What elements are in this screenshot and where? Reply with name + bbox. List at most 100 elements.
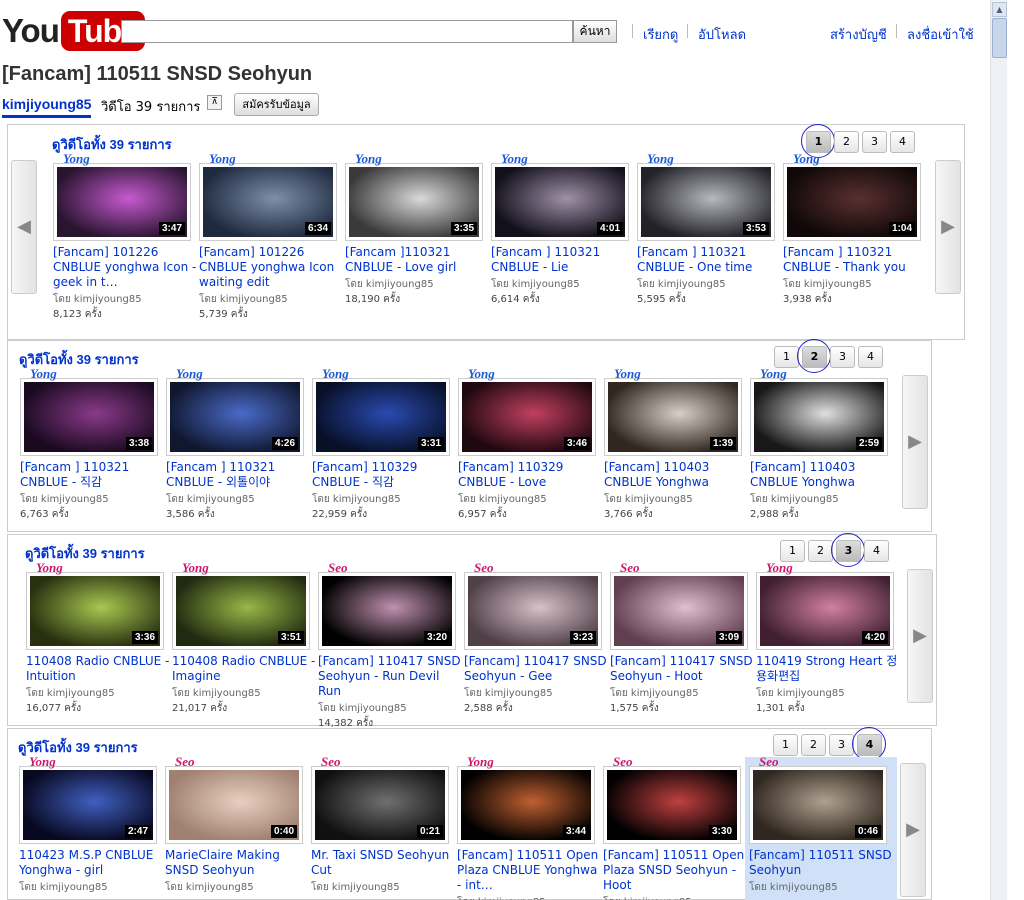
duration-badge: 3:44 [562, 825, 589, 838]
video-item[interactable]: Yong 3:38 [Fancam ] 110321 CNBLUE - 직감 โดย … [20, 366, 166, 525]
page-button-4[interactable]: 4 [890, 131, 915, 153]
video-thumbnail[interactable]: 0:40 [165, 766, 303, 844]
video-title[interactable]: [Fancam] 110417 SNSD Seohyun - Run Devil… [318, 654, 462, 700]
browse-link[interactable]: เรียกดู [643, 24, 678, 45]
video-item[interactable]: Yong 3:31 [Fancam] 110329 CNBLUE - 직감 โดย k… [312, 366, 458, 525]
video-thumbnail[interactable]: 3:44 [457, 766, 595, 844]
page-button-3[interactable]: 3 [862, 131, 887, 153]
search-button[interactable]: ค้นหา [573, 20, 617, 43]
video-thumbnail[interactable]: 0:21 [311, 766, 449, 844]
search-input[interactable] [121, 20, 573, 43]
video-title[interactable]: [Fancam] 101226 CNBLUE yonghwa Icon - ge… [53, 245, 197, 291]
member-badge: Seo [474, 560, 494, 575]
page-button-1[interactable]: 1 [780, 540, 805, 562]
video-thumbnail[interactable]: 0:46 [749, 766, 887, 844]
left-arrow-icon[interactable]: ◀ [11, 160, 37, 294]
video-item[interactable]: Yong 4:20 110419 Strong Heart 정용화편집 โดย kim… [756, 560, 902, 719]
right-arrow-icon[interactable]: ▶ [935, 160, 961, 294]
page-button-4[interactable]: 4 [864, 540, 889, 562]
video-item[interactable]: Yong 3:36 110408 Radio CNBLUE - Intuition โ… [26, 560, 172, 719]
video-thumbnail[interactable]: 4:20 [756, 572, 894, 650]
separator [687, 24, 688, 38]
page-button-2[interactable]: 2 [808, 540, 833, 562]
page-button-2[interactable]: 2 [801, 734, 826, 756]
video-byline: โดย kimjiyoung85 [311, 882, 400, 893]
page-button-3[interactable]: 3 [829, 734, 854, 756]
page-button-1[interactable]: 1 [773, 734, 798, 756]
video-item[interactable]: Yong 1:04 [Fancam ] 110321 CNBLUE - Thank … [783, 151, 929, 310]
scroll-thumb[interactable] [992, 18, 1007, 58]
video-thumbnail[interactable]: 3:23 [464, 572, 602, 650]
video-thumbnail[interactable]: 1:39 [604, 378, 742, 456]
scroll-up-icon[interactable]: ▲ [992, 2, 1007, 17]
thumbnail-image: 3:35 [349, 167, 479, 237]
right-arrow-icon[interactable]: ▶ [907, 569, 933, 703]
page-button-1[interactable]: 1 [774, 346, 799, 368]
video-item[interactable]: Seo 3:30 [Fancam] 110511 Open Plaza SNSD S… [603, 754, 749, 900]
page-button-4[interactable]: 4 [858, 346, 883, 368]
video-item[interactable]: Yong 2:47 110423 M.S.P CNBLUE Yonghwa - gi… [19, 754, 165, 900]
view-count: 6,957 ครั้ง [458, 509, 507, 520]
thumbnail-image: 6:34 [203, 167, 333, 237]
right-arrow-icon[interactable]: ▶ [902, 375, 928, 509]
video-item[interactable]: Seo 0:21 Mr. Taxi SNSD Seohyun Cut โดย kimj… [311, 754, 457, 900]
video-thumbnail[interactable]: 3:30 [603, 766, 741, 844]
video-item[interactable]: Yong 1:39 [Fancam] 110403 CNBLUE Yonghwa โด… [604, 366, 750, 525]
subscribe-button[interactable]: สมัครรับข้อมูล [234, 93, 319, 116]
duration-badge: 3:36 [131, 631, 158, 644]
upload-link[interactable]: อัปโหลด [698, 24, 746, 45]
video-thumbnail[interactable]: 3:47 [53, 163, 191, 241]
duration-badge: 4:26 [271, 437, 298, 450]
username-link[interactable]: kimjiyoung85 [2, 96, 92, 118]
video-title[interactable]: [Fancam] 101226 CNBLUE yonghwa Icon wait… [199, 245, 343, 291]
video-thumbnail[interactable]: 3:31 [312, 378, 450, 456]
video-thumbnail[interactable]: 2:47 [19, 766, 157, 844]
sign-in-link[interactable]: ลงชื่อเข้าใช้ [907, 24, 974, 45]
video-thumbnail[interactable]: 3:35 [345, 163, 483, 241]
video-item[interactable]: Yong 2:59 [Fancam] 110403 CNBLUE Yonghwa โด… [750, 366, 896, 525]
video-item[interactable]: Yong 3:51 110408 Radio CNBLUE - Imagine โดย… [172, 560, 318, 719]
right-arrow-icon[interactable]: ▶ [900, 763, 926, 897]
video-thumbnail[interactable]: 3:20 [318, 572, 456, 650]
video-item[interactable]: Yong 4:26 [Fancam ] 110321 CNBLUE - 외톨이야 โด… [166, 366, 312, 525]
video-item[interactable]: Yong 3:44 [Fancam] 110511 Open Plaza CNBLU… [457, 754, 603, 900]
video-thumbnail[interactable]: 3:46 [458, 378, 596, 456]
video-thumbnail[interactable]: 3:09 [610, 572, 748, 650]
separator [632, 24, 633, 38]
member-badge: Seo [321, 754, 341, 769]
duration-badge: 3:30 [708, 825, 735, 838]
create-account-link[interactable]: สร้างบัญชี [830, 24, 887, 45]
video-byline: โดย kimjiyoung85 [20, 494, 109, 505]
video-item[interactable]: Yong 6:34 [Fancam] 101226 CNBLUE yonghwa I… [199, 151, 345, 320]
video-thumbnail[interactable]: 3:36 [26, 572, 164, 650]
video-thumbnail[interactable]: 3:38 [20, 378, 158, 456]
video-title[interactable]: [Fancam] 110511 Open Plaza SNSD Seohyun … [603, 848, 747, 894]
video-thumbnail[interactable]: 4:01 [491, 163, 629, 241]
video-item[interactable]: Yong 4:01 [Fancam ] 110321 CNBLUE - Lie โดย… [491, 151, 637, 310]
video-thumbnail[interactable]: 1:04 [783, 163, 921, 241]
video-item[interactable]: Yong 3:47 [Fancam] 101226 CNBLUE yonghwa I… [53, 151, 199, 320]
video-thumbnail[interactable]: 3:53 [637, 163, 775, 241]
video-item[interactable]: Yong 3:53 [Fancam ] 110321 CNBLUE - One ti… [637, 151, 783, 310]
page-button-3[interactable]: 3 [830, 346, 855, 368]
video-item[interactable]: Yong 3:46 [Fancam] 110329 CNBLUE - Love โดย… [458, 366, 604, 525]
video-item[interactable]: Yong 3:35 [Fancam ]110321 CNBLUE - Love gi… [345, 151, 491, 310]
page-button-2[interactable]: 2 [834, 131, 859, 153]
video-item[interactable]: Seo 0:40 MarieClaire Making SNSD Seohyun โด… [165, 754, 311, 900]
video-title[interactable]: [Fancam] 110511 Open Plaza CNBLUE Yonghw… [457, 848, 601, 894]
page: You Tube ค้นหา เรียกดู อัปโหลด สร้างบัญช… [0, 0, 1024, 900]
duration-badge: 3:35 [450, 222, 477, 235]
video-thumbnail[interactable]: 6:34 [199, 163, 337, 241]
video-item[interactable]: Seo 3:09 [Fancam] 110417 SNSD Seohyun - Ho… [610, 560, 756, 719]
video-thumbnail[interactable]: 4:26 [166, 378, 304, 456]
video-item[interactable]: Seo 0:46 [Fancam] 110511 SNSD Seohyun โดย k… [745, 754, 897, 900]
thumbnail-image: 3:47 [57, 167, 187, 237]
thumbnail-image: 3:20 [322, 576, 452, 646]
video-thumbnail[interactable]: 3:51 [172, 572, 310, 650]
collapse-icon[interactable]: ⊼ [207, 95, 222, 110]
video-thumbnail[interactable]: 2:59 [750, 378, 888, 456]
vertical-scrollbar[interactable]: ▲ [990, 0, 1007, 900]
video-item[interactable]: Seo 3:23 [Fancam] 110417 SNSD Seohyun - Ge… [464, 560, 610, 719]
active-page-circle [831, 533, 865, 567]
video-item[interactable]: Seo 3:20 [Fancam] 110417 SNSD Seohyun - Ru… [318, 560, 464, 729]
